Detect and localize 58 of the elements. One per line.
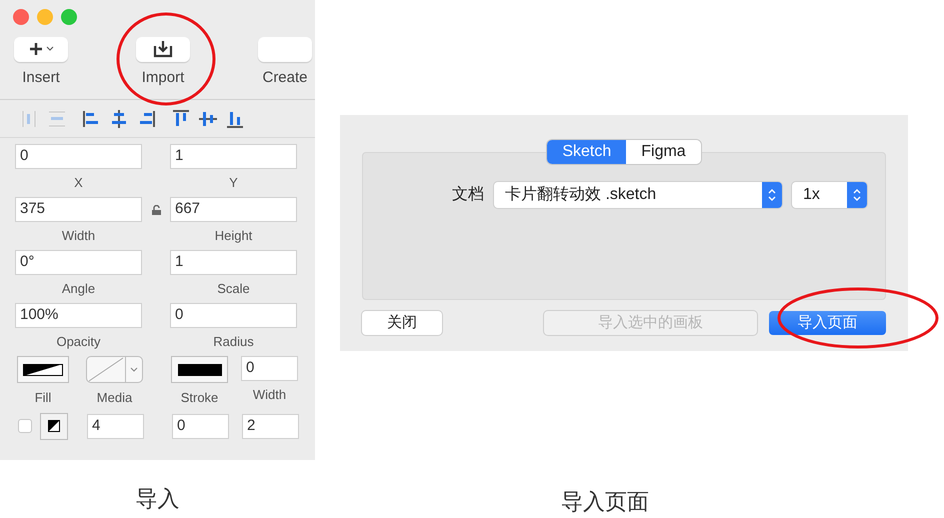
file-select[interactable]: 卡片翻转动效 .sketch [494, 182, 782, 208]
caption: 导入 [136, 485, 180, 513]
input-field[interactable]: 0 [15, 144, 142, 169]
download-tray-icon [153, 40, 173, 58]
chevron-down-icon [130, 366, 138, 372]
input-field[interactable]: 0 [172, 414, 229, 438]
stroke-color-icon [178, 364, 222, 376]
field-label: Opacity [55, 333, 102, 351]
scale-select[interactable]: 1x [792, 182, 867, 208]
toolbar-button[interactable] [14, 37, 68, 62]
toolbar-label: Import [142, 68, 184, 88]
field-label: Width [252, 386, 288, 404]
shadow-color-icon [48, 420, 60, 432]
field-label: Scale [216, 280, 251, 298]
align-icon[interactable] [198, 109, 218, 129]
field-label: Radius [212, 333, 255, 351]
toolbar-label: Insert [22, 68, 60, 88]
gradient-swatch-icon [23, 364, 63, 376]
input-field[interactable]: 0 [241, 356, 298, 381]
input-field[interactable]: 100% [15, 303, 142, 328]
field-label: Height [214, 227, 254, 245]
dialog-button[interactable]: 导入页面 [769, 311, 886, 335]
toolbar-button[interactable] [136, 37, 190, 62]
field-label: Stroke [180, 389, 218, 407]
caption: 导入页面 [561, 488, 649, 516]
field-label: Y [228, 174, 239, 192]
chevron-down-icon [46, 46, 54, 52]
stepper-icon [762, 182, 782, 208]
plus-icon [28, 42, 42, 56]
shadow-swatch[interactable] [40, 412, 68, 440]
align-icon[interactable] [225, 109, 245, 129]
field-label: Width [60, 227, 96, 245]
field-label: X [73, 174, 84, 192]
tab[interactable]: Sketch [547, 140, 626, 164]
input-field[interactable]: 4 [87, 414, 144, 438]
input-field[interactable]: 2 [242, 414, 299, 438]
input-field[interactable]: 0 [170, 303, 297, 328]
input-field[interactable]: 1 [170, 250, 297, 275]
stroke-swatch[interactable] [171, 356, 228, 383]
align-icon[interactable] [171, 109, 191, 129]
align-icon[interactable] [109, 109, 129, 129]
field-label: Angle [60, 280, 96, 298]
fill-swatch[interactable] [17, 356, 69, 383]
field-label: Fill [34, 389, 52, 407]
shadow-checkbox[interactable] [18, 419, 32, 433]
select-value: 卡片翻转动效 .sketch [504, 184, 658, 205]
toolbar-label: Create [262, 68, 308, 88]
input-field[interactable]: 667 [170, 197, 297, 222]
document-label: 文档 [452, 184, 484, 205]
input-field[interactable]: 0° [15, 250, 142, 275]
lock-icon[interactable] [152, 204, 160, 214]
select-value: 1x [802, 185, 821, 205]
stepper-icon [847, 182, 867, 208]
input-field[interactable]: 375 [15, 197, 142, 222]
close-window-icon[interactable] [13, 9, 29, 25]
dialog-button[interactable]: 关闭 [362, 311, 442, 335]
input-field[interactable]: 1 [170, 144, 297, 169]
field-label: Media [96, 389, 132, 407]
